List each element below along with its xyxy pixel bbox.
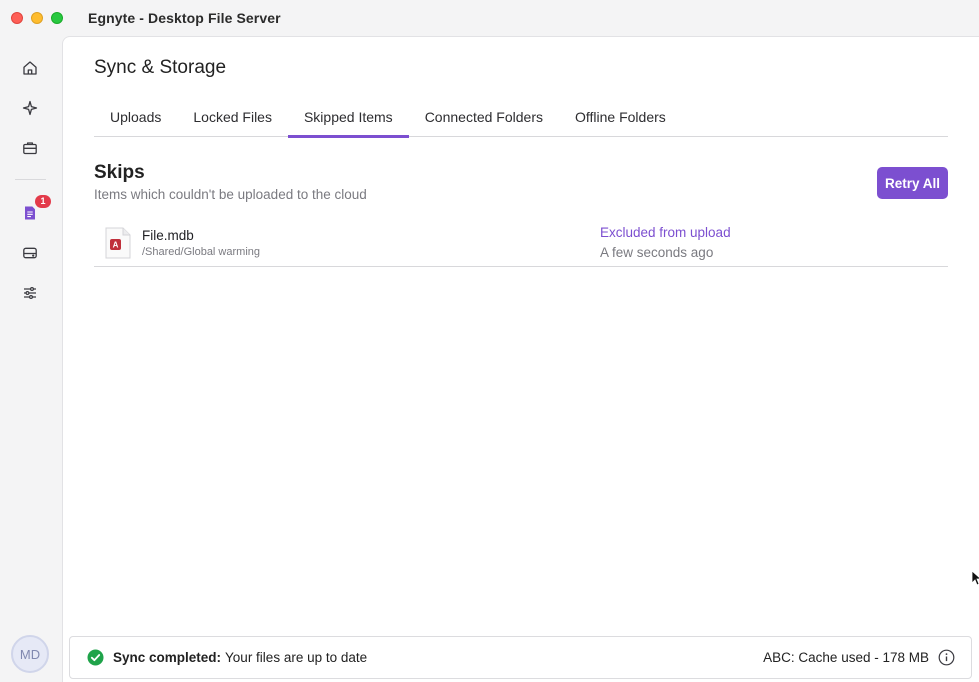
file-name: File.mdb	[142, 228, 194, 243]
minimize-window-button[interactable]	[31, 12, 43, 24]
sliders-icon	[24, 286, 36, 300]
retry-all-button[interactable]: Retry All	[877, 167, 948, 199]
title-bar: Egnyte - Desktop File Server	[0, 0, 979, 36]
tab-bar: Uploads Locked Files Skipped Items Conne…	[94, 101, 948, 138]
main-panel: Sync & Storage Uploads Locked Files Skip…	[62, 36, 979, 682]
sidebar-item-document[interactable]: 1	[19, 195, 51, 224]
status-bar: Sync completed: Your files are up to dat…	[69, 636, 972, 679]
svg-text:A: A	[113, 241, 119, 250]
tab-locked-files[interactable]: Locked Files	[177, 101, 288, 137]
sidebar-item-home[interactable]	[19, 57, 41, 79]
sync-status-label: Sync completed:	[113, 650, 222, 665]
list-item[interactable]: A File.mdb /Shared/Global warming Exclud…	[94, 218, 948, 267]
sidebar: 1 MD	[0, 36, 62, 682]
mouse-cursor-icon	[971, 570, 979, 586]
section-subtitle: Items which couldn't be uploaded to the …	[94, 187, 367, 202]
sidebar-item-sparkle[interactable]	[19, 97, 41, 119]
check-circle-icon	[87, 649, 104, 666]
avatar[interactable]: MD	[11, 635, 49, 673]
home-icon	[23, 61, 37, 75]
window-controls	[11, 12, 63, 24]
skip-time: A few seconds ago	[600, 245, 714, 260]
skip-status: Excluded from upload	[600, 225, 731, 240]
sparkle-icon	[22, 100, 38, 116]
tab-uploads[interactable]: Uploads	[94, 101, 177, 137]
sync-status-text: Your files are up to date	[225, 650, 368, 665]
access-file-icon: A	[105, 227, 131, 259]
window-title: Egnyte - Desktop File Server	[88, 10, 281, 26]
tab-connected-folders[interactable]: Connected Folders	[409, 101, 559, 137]
cache-usage-text: ABC: Cache used - 178 MB	[763, 650, 929, 665]
page-title: Sync & Storage	[94, 57, 227, 78]
file-path: /Shared/Global warming	[142, 246, 261, 258]
document-icon	[25, 206, 35, 220]
sidebar-item-settings[interactable]	[19, 282, 41, 304]
sidebar-item-briefcase[interactable]	[19, 137, 41, 159]
sidebar-divider	[15, 179, 46, 180]
notification-badge: 1	[35, 195, 51, 208]
close-window-button[interactable]	[11, 12, 23, 24]
sidebar-item-drive[interactable]	[19, 242, 41, 264]
section-title: Skips	[94, 162, 145, 183]
tab-offline-folders[interactable]: Offline Folders	[559, 101, 682, 137]
info-icon[interactable]	[938, 649, 955, 666]
drive-icon	[23, 247, 37, 259]
tab-skipped-items[interactable]: Skipped Items	[287, 101, 409, 138]
zoom-window-button[interactable]	[51, 12, 63, 24]
briefcase-icon	[23, 142, 37, 155]
